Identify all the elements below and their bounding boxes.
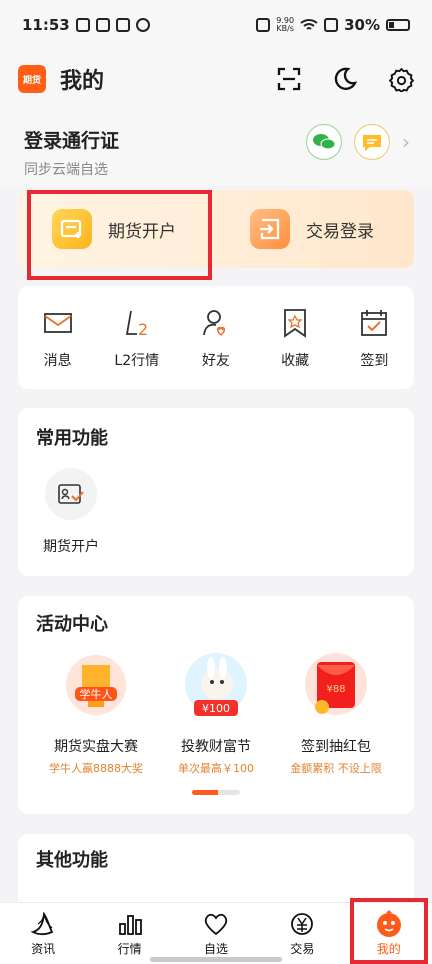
quick-item-favorites[interactable]: 收藏 xyxy=(259,306,331,370)
calendar-check-icon xyxy=(361,309,388,336)
tiktok-icon xyxy=(95,18,110,32)
wifi-icon xyxy=(300,19,318,30)
night-mode-icon[interactable] xyxy=(332,66,358,92)
activity-title: 投教财富节 xyxy=(181,739,251,755)
market-chart-icon xyxy=(118,915,142,935)
chevron-right-icon[interactable]: › xyxy=(402,130,410,154)
section-title: 活动中心 xyxy=(36,614,108,635)
quick-label: 收藏 xyxy=(281,352,310,369)
carousel-indicator xyxy=(192,790,240,795)
link-icon xyxy=(135,18,150,32)
nav-trade[interactable]: 交易 xyxy=(259,910,345,957)
network-speed: 9.90 KB/s xyxy=(276,17,294,33)
red-envelope-badge-text: ¥88 xyxy=(326,684,345,695)
page-header: 期货 我的 xyxy=(0,50,432,108)
rabbit-reward-icon: ¥100 xyxy=(178,650,254,722)
friend-icon xyxy=(203,309,226,336)
nav-watchlist[interactable]: 自选 xyxy=(173,910,259,957)
quick-label: 好友 xyxy=(201,352,230,369)
clock: 11:53 xyxy=(22,16,70,34)
message-login-button[interactable] xyxy=(354,124,390,160)
activity-subtitle: 单次最高￥100 xyxy=(178,762,254,775)
svg-text:2: 2 xyxy=(138,320,148,338)
activity-red-envelope[interactable]: ¥88 签到抽红包 金额累积 不设上限 xyxy=(276,650,396,776)
wechat-login-button[interactable] xyxy=(306,124,342,160)
carousel-indicator-active xyxy=(192,790,218,795)
quick-item-checkin[interactable]: 签到 xyxy=(338,306,410,370)
vibrate-icon xyxy=(256,18,271,32)
activity-wealth-festival[interactable]: ¥100 投教财富节 单次最高￥100 xyxy=(156,650,276,776)
nav-label: 行情 xyxy=(117,942,142,956)
activity-center-section: 活动中心 学牛人 期货实盘大赛 学牛人赢8888大奖 ¥100 投教财富节 单次… xyxy=(18,596,414,814)
activity-subtitle: 金额累积 不设上限 xyxy=(290,762,382,775)
carousel-indicator-rest xyxy=(218,790,240,795)
login-section[interactable]: 登录通行证 同步云端自选 › xyxy=(0,108,432,186)
home-indicator xyxy=(150,957,282,962)
activity-title: 签到抽红包 xyxy=(301,739,371,755)
quick-actions: 消息 2 L2行情 好友 收藏 签到 xyxy=(18,286,414,389)
highlight-box xyxy=(350,898,428,964)
nav-news[interactable]: 资讯 xyxy=(0,910,86,957)
quick-label: 签到 xyxy=(360,352,389,369)
scan-icon[interactable] xyxy=(276,66,302,92)
highlight-box xyxy=(27,190,212,280)
id-card-icon xyxy=(45,468,97,520)
common-item-label: 期货开户 xyxy=(43,539,99,555)
trophy-badge-text: 学牛人 xyxy=(80,687,113,701)
chat-bubble-icon xyxy=(363,135,381,151)
mail-icon xyxy=(43,312,72,333)
trade-login-label: 交易登录 xyxy=(306,221,374,242)
common-functions-section: 常用功能 期货开户 xyxy=(18,408,414,576)
section-title: 常用功能 xyxy=(36,428,108,449)
wechat-icon xyxy=(313,134,336,150)
bookmark-icon xyxy=(284,308,307,338)
network-speed-unit: KB/s xyxy=(276,24,294,33)
battery-icon xyxy=(386,19,410,31)
nav-label: 交易 xyxy=(290,942,315,956)
section-title: 其他功能 xyxy=(36,850,108,871)
status-bar: 11:53 9.90 KB/s 30% xyxy=(0,0,432,50)
app-logo: 期货 xyxy=(18,65,46,93)
battery-percent: 30% xyxy=(344,16,380,34)
login-arrow-icon xyxy=(250,209,290,249)
activity-subtitle: 学牛人赢8888大奖 xyxy=(49,762,143,775)
trade-yuan-icon xyxy=(291,913,314,935)
activity-competition[interactable]: 学牛人 期货实盘大赛 学牛人赢8888大奖 xyxy=(36,650,156,776)
activity-title: 期货实盘大赛 xyxy=(54,739,138,755)
mail-icon xyxy=(115,18,130,32)
heart-icon xyxy=(204,913,228,936)
reward-badge-text: ¥100 xyxy=(202,702,230,715)
nav-label: 资讯 xyxy=(31,942,56,956)
quick-item-friends[interactable]: 好友 xyxy=(180,306,252,370)
nav-market[interactable]: 行情 xyxy=(87,910,173,957)
common-item-futures-open[interactable]: 期货开户 xyxy=(36,468,106,556)
level-two-icon: 2 xyxy=(125,310,148,338)
notification-icon xyxy=(75,18,90,32)
quick-item-l2[interactable]: 2 L2行情 xyxy=(101,306,173,370)
login-subtitle: 同步云端自选 xyxy=(24,162,108,178)
nav-label: 自选 xyxy=(203,942,228,956)
red-envelope-icon: ¥88 xyxy=(298,650,374,722)
page-title: 我的 xyxy=(60,69,105,94)
settings-icon[interactable] xyxy=(388,66,414,92)
quick-label: 消息 xyxy=(43,352,72,369)
trophy-icon: 学牛人 xyxy=(58,650,134,722)
trade-login-button[interactable]: 交易登录 xyxy=(216,190,414,268)
sim-icon xyxy=(324,18,339,32)
quick-item-message[interactable]: 消息 xyxy=(22,306,94,370)
quick-label: L2行情 xyxy=(114,352,160,369)
news-icon xyxy=(30,912,54,936)
